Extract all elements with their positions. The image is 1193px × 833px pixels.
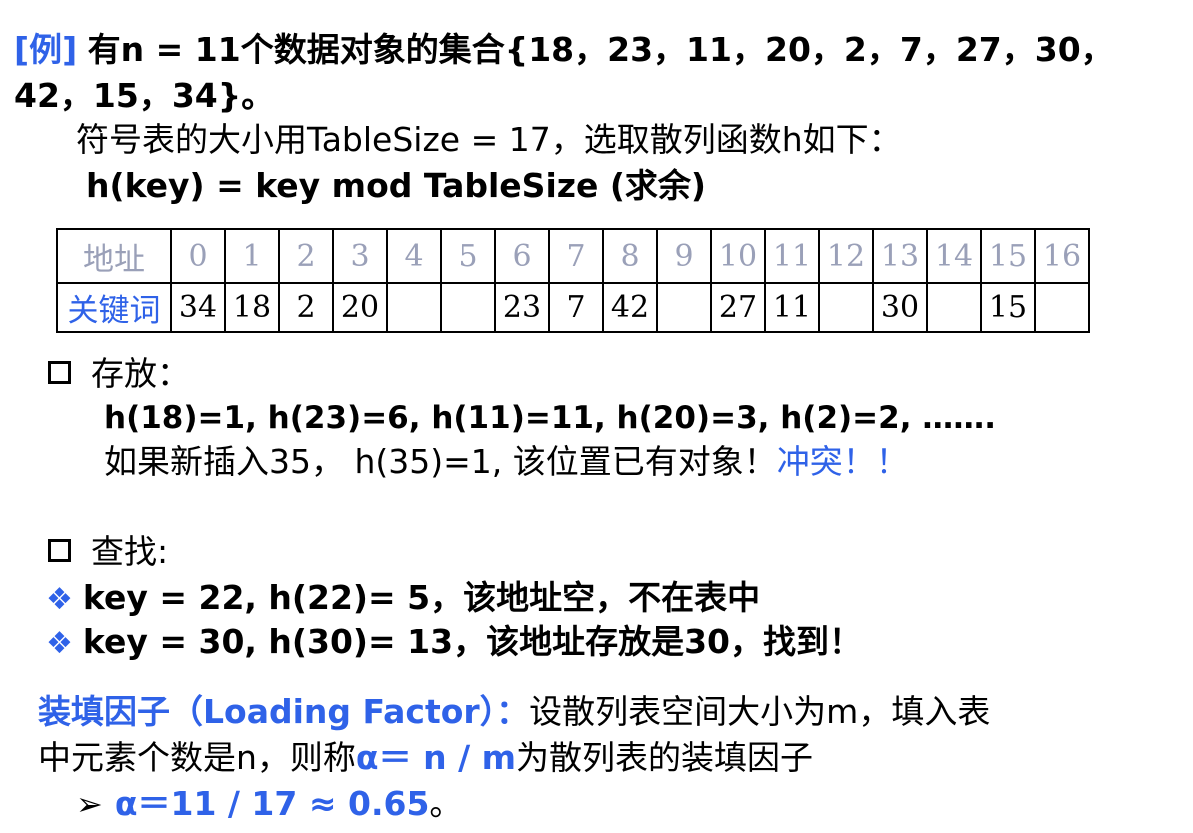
loading-factor-line-2: 中元素个数是n，则称α＝ n / m为散列表的装填因子: [38, 738, 813, 778]
address-cell: 9: [656, 228, 712, 284]
conflict-text: 冲突！！: [776, 442, 909, 481]
address-cell: 6: [494, 228, 550, 284]
address-cell: 15: [980, 228, 1036, 284]
loading-factor-example: ➢ α＝11 / 17 ≈ 0.65。: [76, 784, 462, 824]
key-header: 关键词: [56, 282, 172, 333]
address-cell: 16: [1034, 228, 1090, 284]
key-cell: 34: [170, 282, 226, 333]
address-cell: 3: [332, 228, 388, 284]
alpha-expression: α＝ n / m: [355, 738, 516, 777]
key-cell: 27: [710, 282, 766, 333]
loading-factor-term: 装填因子（Loading Factor）：: [38, 692, 530, 731]
key-cell: 15: [980, 282, 1036, 333]
store-line-1: h(18)=1, h(23)=6, h(11)=11, h(20)=3, h(2…: [104, 400, 997, 436]
address-cell: 7: [548, 228, 604, 284]
loading-factor-line-1: 装填因子（Loading Factor）：设散列表空间大小为m，填入表: [38, 692, 990, 732]
key-cell: 30: [872, 282, 928, 333]
key-row: 关键词 34 18 2 20 23 7 42 27 11 30 15: [56, 282, 1090, 333]
search-item-2-text: key = 30, h(30)= 13，该地址存放是30，找到！: [82, 622, 862, 661]
alpha-value-end: 。: [429, 784, 463, 823]
store-line-2-text: 如果新插入35， h(35)=1, 该位置已有对象！: [104, 442, 777, 481]
address-cell: 11: [764, 228, 820, 284]
square-bullet-icon: [48, 361, 71, 384]
address-cell: 2: [278, 228, 334, 284]
square-bullet-icon: [48, 539, 71, 562]
example-tag: [例]: [14, 30, 78, 69]
key-cell: 20: [332, 282, 388, 333]
key-cell: 23: [494, 282, 550, 333]
search-item-1: ❖ key = 22, h(22)= 5，该地址空，不在表中: [46, 578, 760, 620]
search-item-2: ❖ key = 30, h(30)= 13，该地址存放是30，找到！: [46, 622, 862, 664]
address-cell: 12: [818, 228, 874, 284]
address-cell: 5: [440, 228, 496, 284]
key-cell: 7: [548, 282, 604, 333]
search-item-1-text: key = 22, h(22)= 5，该地址空，不在表中: [82, 578, 761, 617]
diamond-bullet-icon: ❖: [46, 626, 73, 661]
key-cell: 18: [224, 282, 280, 333]
address-cell: 1: [224, 228, 280, 284]
example-line-3: 符号表的大小用TableSize = 17，选取散列函数h如下：: [76, 120, 902, 159]
address-cell: 0: [170, 228, 226, 284]
address-cell: 14: [926, 228, 982, 284]
key-cell: 2: [278, 282, 334, 333]
address-row: 地址 0 1 2 3 4 5 6 7 8 9 10 11 12 13 14 15…: [56, 228, 1090, 284]
key-cell: 11: [764, 282, 820, 333]
address-cell: 13: [872, 228, 928, 284]
search-heading: 查找:: [48, 532, 168, 572]
store-title: 存放：: [91, 354, 190, 393]
key-cell: [926, 282, 982, 333]
key-cell: 42: [602, 282, 658, 333]
search-title: 查找:: [91, 532, 169, 571]
key-cell: [1034, 282, 1090, 333]
address-cell: 4: [386, 228, 442, 284]
store-line-2: 如果新插入35， h(35)=1, 该位置已有对象！冲突！！: [104, 442, 909, 482]
hash-table: 地址 0 1 2 3 4 5 6 7 8 9 10 11 12 13 14 15…: [56, 228, 1090, 333]
arrow-bullet-icon: ➢: [76, 785, 103, 823]
key-cell: [818, 282, 874, 333]
address-header: 地址: [56, 228, 172, 284]
loading-factor-desc-3: 为散列表的装填因子: [516, 738, 813, 777]
key-cell: [386, 282, 442, 333]
store-heading: 存放：: [48, 354, 190, 394]
key-cell: [656, 282, 712, 333]
key-cell: [440, 282, 496, 333]
address-cell: 8: [602, 228, 658, 284]
example-line-1: [例] 有n = 11个数据对象的集合{18，23，11，20，2，7，27，3…: [14, 30, 1114, 70]
loading-factor-desc-1: 设散列表空间大小为m，填入表: [529, 692, 991, 731]
alpha-value: α＝11 / 17 ≈ 0.65: [114, 784, 430, 823]
example-text-1: 有n = 11个数据对象的集合{18，23，11，20，2，7，27，30，: [87, 30, 1114, 69]
address-cell: 10: [710, 228, 766, 284]
hash-function-line: h(key) = key mod TableSize (求余): [86, 166, 707, 205]
example-line-2: 42，15，34}。: [14, 76, 275, 115]
loading-factor-desc-2: 中元素个数是n，则称: [38, 738, 356, 777]
diamond-bullet-icon: ❖: [46, 582, 73, 617]
